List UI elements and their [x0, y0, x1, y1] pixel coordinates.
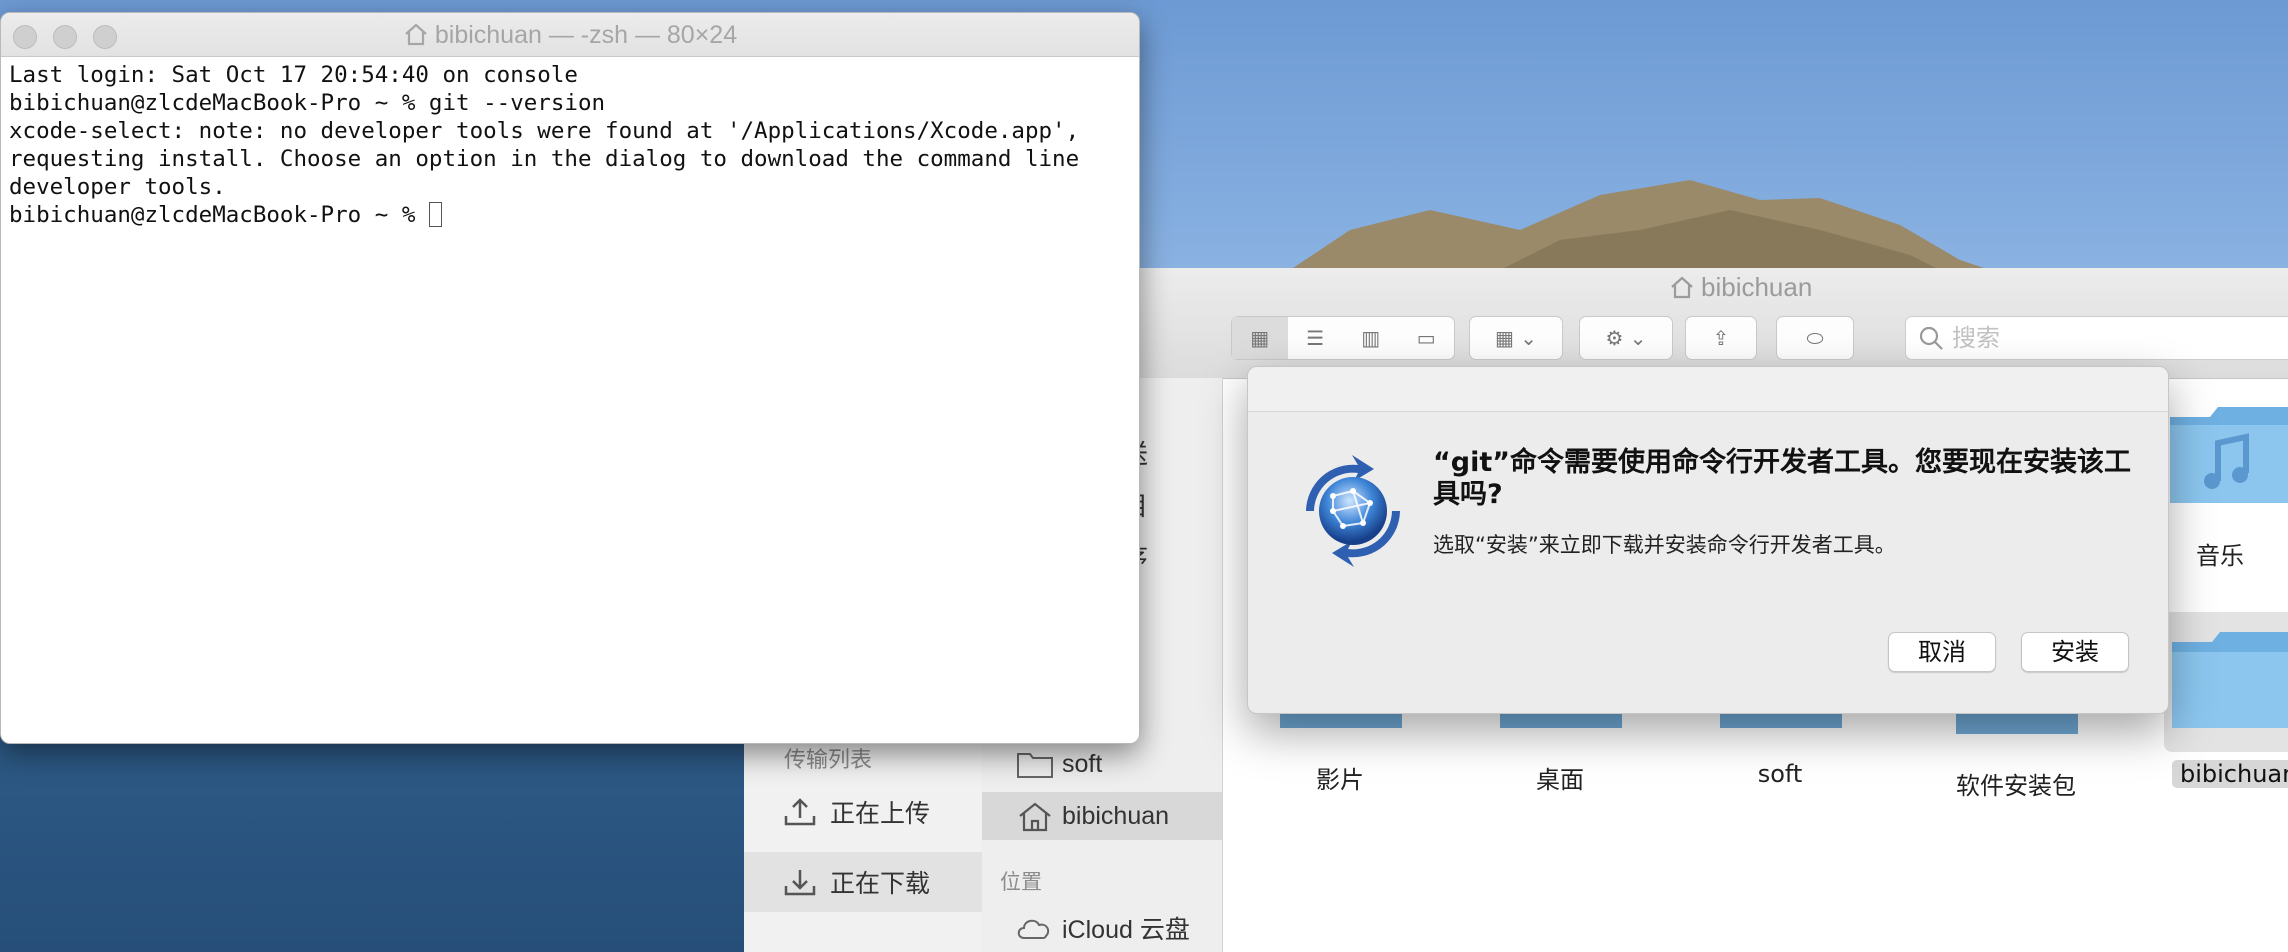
- home-icon: [1671, 276, 1693, 299]
- search-icon: [1919, 326, 1943, 350]
- terminal-line: Last login: Sat Oct 17 20:54:40 on conso…: [9, 62, 578, 88]
- share-button[interactable]: ⇪: [1685, 316, 1757, 360]
- transfer-panel: 传输列表 正在上传 正在下载: [744, 730, 982, 952]
- sidebar-item-soft[interactable]: soft: [982, 740, 1222, 788]
- locations-header: 位置: [1000, 870, 1042, 894]
- cancel-button[interactable]: 取消: [1888, 632, 1996, 672]
- column-view-icon[interactable]: ▥: [1343, 326, 1399, 350]
- downloading-label: 正在下载: [830, 869, 931, 898]
- music-folder-icon[interactable]: [2170, 405, 2288, 505]
- tag-button[interactable]: ⬭: [1776, 316, 1854, 360]
- upload-icon: [784, 798, 816, 826]
- uploading-item[interactable]: 正在上传: [744, 782, 982, 842]
- dialog-title: “git”命令需要使用命令行开发者工具。您要现在安装该工具吗?: [1433, 447, 2131, 510]
- terminal-line: developer tools.: [9, 174, 226, 200]
- list-view-icon[interactable]: ☰: [1288, 326, 1344, 350]
- cloud-icon: [1017, 919, 1050, 939]
- terminal-line: xcode-select: note: no developer tools w…: [9, 118, 1080, 144]
- gallery-view-icon[interactable]: ▭: [1399, 326, 1455, 350]
- transfer-list-header: 传输列表: [784, 748, 873, 773]
- group-icon: ▦ ⌄: [1494, 326, 1537, 350]
- tag-icon: ⬭: [1806, 326, 1824, 350]
- dialog-message: 选取“安装”来立即下载并安装命令行开发者工具。: [1433, 533, 1896, 557]
- grid-item-movies[interactable]: 影片: [1250, 760, 1430, 795]
- sidebar-item-bibichuan[interactable]: bibichuan: [982, 792, 1222, 840]
- terminal-line: bibichuan@zlcdeMacBook-Pro ~ % git --ver…: [9, 90, 606, 116]
- finder-toolbar: bibichuan ▦ ☰ ▥ ▭ ▦ ⌄ ⚙ ⌄ ⇪ ⬭ 搜索: [1139, 268, 2288, 379]
- share-icon: ⇪: [1712, 326, 1730, 350]
- grid-item-music[interactable]: 音乐: [2180, 536, 2260, 571]
- search-input[interactable]: 搜索: [1905, 316, 2288, 360]
- grid-item-desktop[interactable]: 桌面: [1470, 760, 1650, 795]
- dialog-titlebar: [1248, 367, 2168, 412]
- terminal-line: requesting install. Choose an option in …: [9, 146, 1080, 172]
- terminal-prompt: bibichuan@zlcdeMacBook-Pro ~ %: [9, 202, 429, 228]
- terminal-window: bibichuan — -zsh — 80×24 Last login: Sat…: [0, 12, 1140, 744]
- terminal-titlebar: bibichuan — -zsh — 80×24: [1, 13, 1139, 57]
- download-icon: [784, 870, 816, 896]
- install-dialog: “git”命令需要使用命令行开发者工具。您要现在安装该工具吗? 选取“安装”来立…: [1247, 366, 2169, 714]
- view-mode-group[interactable]: ▦ ☰ ▥ ▭: [1231, 316, 1455, 360]
- gear-icon: ⚙ ⌄: [1605, 326, 1647, 350]
- home-icon: [1019, 802, 1051, 832]
- folder-icon[interactable]: [2172, 630, 2288, 730]
- icon-view-icon[interactable]: ▦: [1232, 317, 1288, 359]
- sidebar-item-icloud[interactable]: iCloud 云盘: [982, 904, 1222, 952]
- action-button[interactable]: ⚙ ⌄: [1579, 316, 1673, 360]
- finder-title: bibichuan: [1669, 272, 1812, 303]
- downloading-item[interactable]: 正在下载: [744, 852, 982, 912]
- software-update-icon: [1306, 455, 1400, 567]
- grid-item-soft[interactable]: soft: [1690, 760, 1870, 788]
- uploading-label: 正在上传: [830, 799, 931, 828]
- grid-item-software-packages[interactable]: 软件安装包: [1926, 766, 2106, 801]
- group-button[interactable]: ▦ ⌄: [1469, 316, 1563, 360]
- terminal-prompt-line[interactable]: bibichuan@zlcdeMacBook-Pro ~ %: [9, 201, 1131, 229]
- terminal-title: bibichuan — -zsh — 80×24: [1, 21, 1139, 50]
- text-cursor: [428, 202, 442, 227]
- folder-icon: [1017, 753, 1053, 778]
- home-icon: [405, 23, 427, 46]
- install-button[interactable]: 安装: [2021, 632, 2129, 672]
- grid-item-bibichuan[interactable]: bibichuan: [2172, 760, 2288, 788]
- terminal-output[interactable]: Last login: Sat Oct 17 20:54:40 on conso…: [1, 57, 1139, 233]
